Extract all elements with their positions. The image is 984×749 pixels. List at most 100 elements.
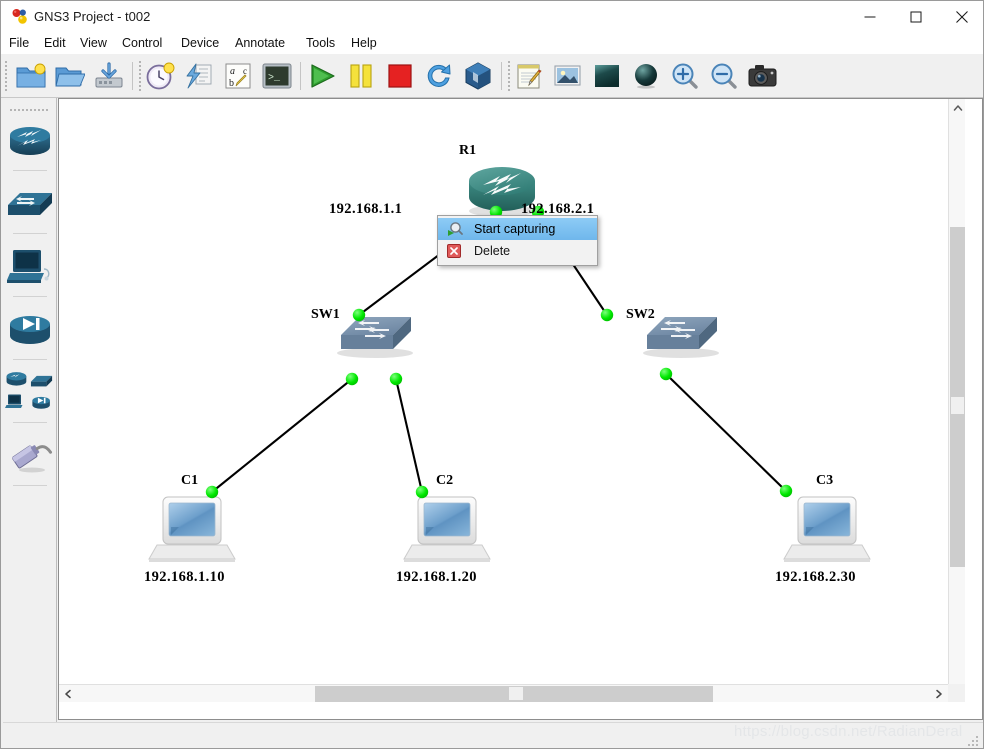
switch-icon [7,193,52,215]
port-dot [659,367,673,381]
context-menu-item-start-capturing[interactable]: Start capturing [438,218,597,240]
sidebar-grip[interactable] [9,101,51,111]
resize-grip-icon[interactable] [968,734,979,746]
topology-canvas-frame: R1 SW1 SW2 C1 C2 C3 192.168.1.1 192.168.… [58,98,983,720]
zoom-out-button[interactable] [706,58,742,94]
menu-bar: File Edit View Control Device Annotate T… [1,32,983,54]
sidebar-divider-6 [13,485,47,486]
toolbar-grip-1[interactable] [5,60,10,92]
suspend-all-button[interactable] [343,58,379,94]
toolbar-separator-2 [300,62,301,90]
menu-edit[interactable]: Edit [44,32,66,54]
toolbar-separator-3 [501,62,502,90]
firewall-icon [9,316,50,344]
draw-ellipse-button[interactable] [628,58,664,94]
menu-view[interactable]: View [80,32,107,54]
ip-label-c2[interactable]: 192.168.1.20 [396,569,477,586]
draw-rectangle-button[interactable] [589,58,625,94]
computer-icon [6,250,49,283]
toolbar-separator-1 [132,62,133,90]
canvas-horizontal-scrollbar[interactable] [59,684,965,702]
port-dot [389,372,403,386]
canvas-vertical-scrollbar[interactable] [948,99,965,702]
context-menu-item-delete[interactable]: Delete [438,240,597,262]
sidebar-item-end-devices[interactable] [3,237,56,297]
show-interfaces-button[interactable] [181,58,217,94]
node-label-c1[interactable]: C1 [181,473,198,489]
node-sw1-switch [337,317,413,358]
status-bar [3,722,983,748]
sidebar-divider-4 [13,359,47,360]
port-dot [345,372,359,386]
scroll-left-arrow[interactable] [59,685,77,702]
stop-all-button[interactable] [382,58,418,94]
sidebar-item-switches[interactable] [3,174,56,234]
node-sw2-switch [643,317,719,358]
sidebar-item-add-link[interactable] [3,426,56,486]
context-menu-label: Start capturing [474,222,556,236]
close-button[interactable] [939,1,983,32]
scroll-right-arrow[interactable] [930,685,948,702]
context-menu-label: Delete [474,244,511,258]
port-dot [600,308,614,322]
link-context-menu: Start capturing Delete [437,215,598,266]
node-label-c3[interactable]: C3 [816,473,833,489]
node-label-sw1[interactable]: SW1 [311,307,340,323]
router-icon [9,127,50,155]
menu-annotate[interactable]: Annotate [235,32,285,54]
link-sw1-c2 [394,378,424,493]
sidebar-divider-3 [13,296,47,297]
insert-image-button[interactable] [550,58,586,94]
ip-label-c1[interactable]: 192.168.1.10 [144,569,225,586]
svg-text:b: b [229,78,234,89]
menu-control[interactable]: Control [122,32,162,54]
horizontal-scroll-notch [509,687,523,700]
node-c1-computer [148,496,236,562]
cable-link-icon [11,445,52,473]
menu-file[interactable]: File [9,32,29,54]
svg-text:>_: >_ [268,73,281,84]
port-dot [352,308,366,322]
add-note-button[interactable]: a c b [220,58,256,94]
link-sw2-c3 [665,373,787,492]
main-toolbar: a c b >_ [1,54,983,98]
topology-canvas[interactable]: R1 SW1 SW2 C1 C2 C3 192.168.1.1 192.168.… [59,99,965,702]
ip-label-c3[interactable]: 192.168.2.30 [775,569,856,586]
capture-magnifier-icon [447,221,463,237]
node-label-r1[interactable]: R1 [459,143,476,159]
screenshot-button[interactable] [745,58,781,94]
node-label-sw2[interactable]: SW2 [626,307,655,323]
link-sw1-c1 [211,378,353,493]
virtualbox-button[interactable] [460,58,496,94]
gns3-balloons-icon [11,8,28,25]
start-all-button[interactable] [304,58,340,94]
snapshot-time-button[interactable] [142,58,178,94]
sidebar-item-all-devices[interactable] [3,363,56,423]
port-dot [779,484,793,498]
node-label-c2[interactable]: C2 [436,473,453,489]
sidebar-item-routers[interactable] [3,111,56,171]
open-project-button[interactable] [52,58,88,94]
menu-tools[interactable]: Tools [306,32,335,54]
sidebar-divider-2 [13,233,47,234]
new-project-button[interactable] [13,58,49,94]
menu-help[interactable]: Help [351,32,377,54]
gns3-main-window: GNS3 Project - t002 File Edit View Contr… [0,0,984,749]
svg-text:a: a [230,66,235,77]
sidebar-item-security[interactable] [3,300,56,360]
node-c2-computer [403,496,491,562]
topology-graphics [148,167,871,562]
sidebar-divider-5 [13,422,47,423]
reload-all-button[interactable] [421,58,457,94]
menu-device[interactable]: Device [181,32,219,54]
zoom-in-button[interactable] [667,58,703,94]
scroll-up-arrow[interactable] [949,99,965,116]
save-project-button[interactable] [91,58,127,94]
ip-label-r1-left[interactable]: 192.168.1.1 [329,201,402,218]
vertical-scroll-notch [951,397,964,414]
edit-notes-button[interactable] [511,58,547,94]
console-button[interactable]: >_ [259,58,295,94]
maximize-button[interactable] [893,1,939,32]
minimize-button[interactable] [847,1,893,32]
delete-red-x-icon [447,243,463,259]
